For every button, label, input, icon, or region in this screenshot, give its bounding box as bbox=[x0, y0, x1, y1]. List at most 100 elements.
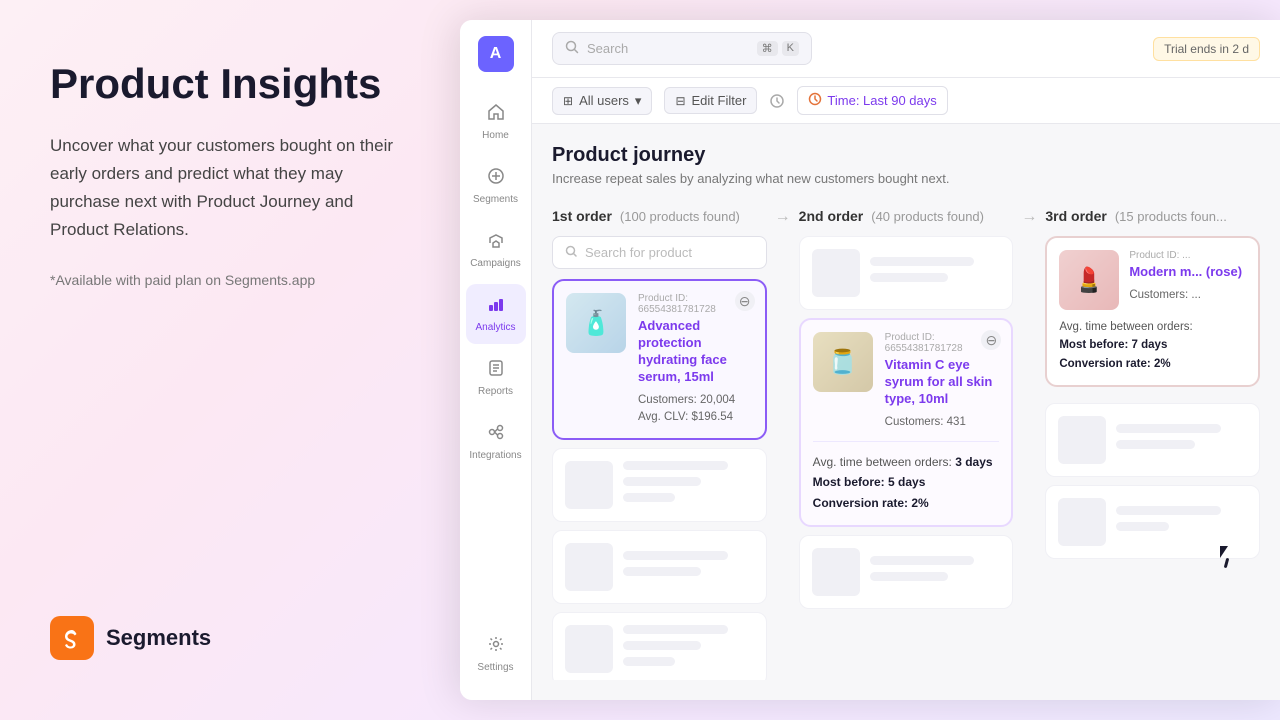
sidebar-item-home[interactable]: Home bbox=[466, 92, 526, 152]
skeleton-image bbox=[565, 625, 613, 673]
skeleton-line bbox=[870, 556, 975, 565]
search-box[interactable]: Search ⌘ K bbox=[552, 32, 812, 65]
sidebar-item-label: Integrations bbox=[469, 450, 521, 461]
users-filter-label: All users bbox=[579, 93, 629, 108]
topbar: Search ⌘ K Trial ends in 2 d bbox=[532, 20, 1280, 78]
trial-badge: Trial ends in 2 d bbox=[1153, 37, 1260, 61]
skeleton-line bbox=[870, 572, 948, 581]
skeleton-line bbox=[1116, 522, 1168, 531]
main-content: Search ⌘ K Trial ends in 2 d ⊞ All users… bbox=[532, 20, 1280, 700]
conversion-val: 2% bbox=[1154, 358, 1171, 370]
reports-icon bbox=[487, 359, 505, 382]
second-order-count: (40 products found) bbox=[871, 209, 984, 224]
close-button[interactable]: ⊖ bbox=[735, 291, 755, 311]
brand-footer: Segments bbox=[50, 616, 410, 660]
users-filter-button[interactable]: ⊞ All users ▾ bbox=[552, 87, 652, 115]
most-before-row: Most before: 7 days bbox=[1059, 336, 1246, 354]
product-image bbox=[813, 332, 873, 392]
skeleton-line bbox=[623, 493, 675, 502]
left-panel: Product Insights Uncover what your custo… bbox=[0, 0, 460, 720]
analytics-icon bbox=[487, 295, 505, 318]
avatar[interactable]: A bbox=[478, 36, 514, 72]
search-icon bbox=[565, 40, 579, 57]
conversion-label: Conversion rate: bbox=[1059, 358, 1150, 370]
third-order-column: 3rd order (15 products foun... Product I… bbox=[1045, 198, 1260, 680]
search-key: K bbox=[782, 41, 799, 56]
edit-filter-icon: ⊟ bbox=[675, 94, 685, 108]
skeleton-card-4 bbox=[799, 535, 1014, 609]
skeleton-line bbox=[1116, 440, 1194, 449]
conversion-row: Conversion rate: 2% bbox=[1059, 355, 1246, 373]
skeleton-card-2 bbox=[552, 530, 767, 604]
edit-filter-button[interactable]: ⊟ Edit Filter bbox=[664, 87, 757, 114]
history-icon-btn[interactable] bbox=[769, 93, 785, 109]
journey-content: 1st order (100 products found) Search fo… bbox=[532, 198, 1280, 700]
skeleton-image bbox=[565, 543, 613, 591]
hero-description: Uncover what your customers bought on th… bbox=[50, 132, 410, 244]
journey-title: Product journey bbox=[552, 144, 1260, 167]
sidebar-item-reports[interactable]: Reports bbox=[466, 348, 526, 408]
third-order-label: 3rd order bbox=[1045, 208, 1106, 224]
skeleton-image bbox=[1058, 416, 1106, 464]
first-order-header: 1st order (100 products found) bbox=[552, 198, 767, 236]
conversion-val: 2% bbox=[911, 496, 928, 510]
arrow-first-to-second: → bbox=[775, 208, 791, 680]
avg-time-row: Avg. time between orders: bbox=[1059, 318, 1246, 336]
second-order-product-card[interactable]: ⊖ Product ID: 66554381781728 Vitamin C e… bbox=[799, 318, 1014, 527]
product-search-icon bbox=[565, 245, 577, 260]
brand-icon bbox=[50, 616, 94, 660]
product-info: Product ID: 66554381781728 Advanced prot… bbox=[638, 293, 753, 426]
third-order-product-card[interactable]: Product ID: ... Modern m... (rose) Custo… bbox=[1045, 236, 1260, 387]
skeleton-image bbox=[565, 461, 613, 509]
time-filter-label: Time: Last 90 days bbox=[827, 93, 936, 108]
skeleton-lines bbox=[623, 551, 754, 583]
skeleton-image bbox=[812, 249, 860, 297]
card-extended-info: Avg. time between orders: 3 days Most be… bbox=[813, 441, 1000, 513]
sidebar-item-integrations[interactable]: Integrations bbox=[466, 412, 526, 472]
first-order-product-card[interactable]: ⊖ Product ID: 66554381781728 Advanced pr… bbox=[552, 279, 767, 440]
orders-container: 1st order (100 products found) Search fo… bbox=[552, 198, 1260, 680]
skeleton-lines bbox=[870, 556, 1001, 588]
skeleton-image bbox=[812, 548, 860, 596]
third-order-count: (15 products foun... bbox=[1115, 209, 1227, 224]
product-info: Product ID: ... Modern m... (rose) Custo… bbox=[1129, 250, 1246, 304]
most-before-label: Most before: bbox=[1059, 339, 1128, 351]
skeleton-line bbox=[870, 257, 975, 266]
skeleton-line bbox=[623, 641, 701, 650]
sidebar-item-segments[interactable]: Segments bbox=[466, 156, 526, 216]
brand-name: Segments bbox=[106, 625, 211, 651]
skeleton-line bbox=[623, 461, 728, 470]
product-id: Product ID: ... bbox=[1129, 250, 1246, 261]
time-filter[interactable]: Time: Last 90 days bbox=[797, 86, 947, 115]
skeleton-line bbox=[623, 657, 675, 666]
most-before-row: Most before: 5 days bbox=[813, 472, 1000, 492]
first-order-count: (100 products found) bbox=[620, 209, 740, 224]
hero-note: *Available with paid plan on Segments.ap… bbox=[50, 272, 410, 288]
sidebar-settings-label: Settings bbox=[477, 662, 513, 673]
sidebar-item-settings[interactable]: Settings bbox=[466, 624, 526, 684]
integrations-icon bbox=[487, 423, 505, 446]
sidebar-item-campaigns[interactable]: Campaigns bbox=[466, 220, 526, 280]
clock-icon bbox=[808, 92, 822, 109]
sidebar-item-label: Segments bbox=[473, 194, 518, 205]
most-before-val: 5 days bbox=[888, 475, 925, 489]
third-card-extended-info: Avg. time between orders: Most before: 7… bbox=[1059, 318, 1246, 373]
sidebar-item-label: Home bbox=[482, 130, 509, 141]
product-search-placeholder: Search for product bbox=[585, 245, 692, 260]
conversion-row: Conversion rate: 2% bbox=[813, 493, 1000, 513]
skeleton-card-1 bbox=[552, 448, 767, 522]
sidebar-item-analytics[interactable]: Analytics bbox=[466, 284, 526, 344]
search-placeholder: Search bbox=[587, 41, 749, 56]
skeleton-lines bbox=[1116, 424, 1247, 456]
sidebar: A Home Segments Campaigns Analytics bbox=[460, 20, 532, 700]
sidebar-item-label: Campaigns bbox=[470, 258, 521, 269]
second-order-label: 2nd order bbox=[799, 208, 864, 224]
skeleton-lines bbox=[623, 461, 754, 509]
campaigns-icon bbox=[487, 231, 505, 254]
product-search-input[interactable]: Search for product bbox=[552, 236, 767, 269]
search-shortcut: ⌘ K bbox=[757, 41, 799, 56]
skeleton-line bbox=[623, 551, 728, 560]
skeleton-line bbox=[870, 273, 948, 282]
settings-icon bbox=[487, 635, 505, 658]
skeleton-line bbox=[1116, 506, 1221, 515]
